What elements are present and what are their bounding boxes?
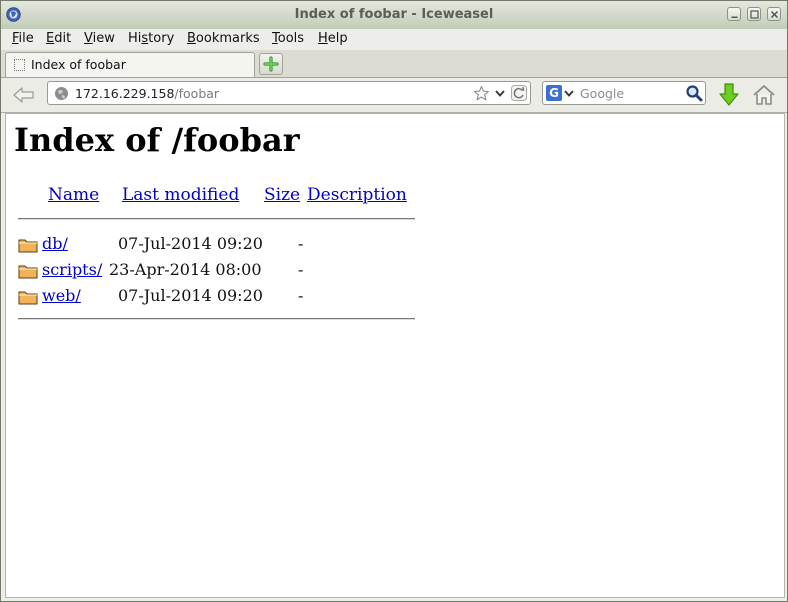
search-input[interactable] [580, 84, 682, 102]
table-row: scripts/ 23-Apr-2014 08:00 - [6, 257, 426, 281]
search-icon[interactable] [685, 84, 703, 102]
close-icon [770, 10, 779, 19]
title-bar: Index of foobar - Iceweasel [1, 1, 787, 30]
folder-icon [18, 239, 38, 253]
minimize-button[interactable] [727, 7, 741, 21]
column-header-description-link[interactable]: Description [307, 185, 407, 205]
table-row: web/ 07-Jul-2014 09:20 - [6, 283, 426, 307]
back-icon[interactable] [11, 84, 37, 106]
bookmark-star-icon[interactable] [473, 85, 490, 102]
history-dropdown-icon[interactable] [494, 87, 506, 99]
folder-icon [18, 265, 38, 279]
browser-window: Index of foobar - Iceweasel File Edit Vi… [0, 0, 788, 602]
maximize-button[interactable] [747, 7, 761, 21]
plus-icon [263, 56, 279, 72]
table-row: db/ 07-Jul-2014 09:20 - [6, 231, 426, 255]
folder-icon [18, 291, 38, 305]
google-engine-icon[interactable]: G [546, 85, 562, 101]
new-tab-button[interactable] [259, 53, 283, 75]
globe-icon [55, 87, 68, 100]
menu-view[interactable]: View [84, 31, 115, 46]
page-content: Index of /foobar Name Last modified Size… [5, 113, 785, 598]
page-title: Index of /foobar [14, 121, 300, 159]
entry-modified: 23-Apr-2014 08:00 [109, 260, 262, 279]
bottom-divider [18, 318, 415, 320]
url-text: 172.16.229.158/foobar [75, 86, 220, 101]
menu-history[interactable]: History [128, 31, 174, 46]
close-button[interactable] [767, 7, 781, 21]
entry-modified: 07-Jul-2014 09:20 [118, 286, 263, 305]
column-header-last-modified-link[interactable]: Last modified [122, 185, 239, 205]
column-header-size-link[interactable]: Size [264, 185, 300, 205]
navigation-bar: 172.16.229.158/foobar G [1, 78, 787, 113]
menu-bookmarks[interactable]: Bookmarks [187, 31, 260, 46]
home-icon[interactable] [752, 83, 776, 107]
entry-size: - [298, 260, 304, 279]
menu-edit[interactable]: Edit [46, 31, 71, 46]
search-bar[interactable]: G [542, 81, 706, 105]
chevron-down-icon[interactable] [564, 88, 574, 98]
menu-tools[interactable]: Tools [272, 31, 304, 46]
minimize-icon [731, 16, 738, 18]
tab-strip: Index of foobar [1, 50, 787, 78]
reload-icon[interactable] [511, 85, 527, 101]
blank-page-icon [14, 59, 25, 71]
menu-file[interactable]: File [12, 31, 34, 46]
top-divider [18, 218, 415, 220]
entry-size: - [298, 286, 304, 305]
entry-name-link[interactable]: db/ [42, 234, 68, 253]
download-icon[interactable] [717, 82, 741, 108]
entry-size: - [298, 234, 304, 253]
entry-name-link[interactable]: web/ [42, 286, 81, 305]
column-header-name-link[interactable]: Name [48, 185, 99, 205]
maximize-icon [750, 10, 759, 19]
menu-bar: File Edit View History Bookmarks Tools H… [1, 29, 787, 50]
entry-name-link[interactable]: scripts/ [42, 260, 102, 279]
menu-help[interactable]: Help [318, 31, 348, 46]
tab-index-of-foobar[interactable]: Index of foobar [5, 52, 255, 77]
entry-modified: 07-Jul-2014 09:20 [118, 234, 263, 253]
tab-title: Index of foobar [31, 57, 126, 72]
window-title: Index of foobar - Iceweasel [294, 7, 494, 22]
url-bar[interactable]: 172.16.229.158/foobar [47, 81, 531, 105]
